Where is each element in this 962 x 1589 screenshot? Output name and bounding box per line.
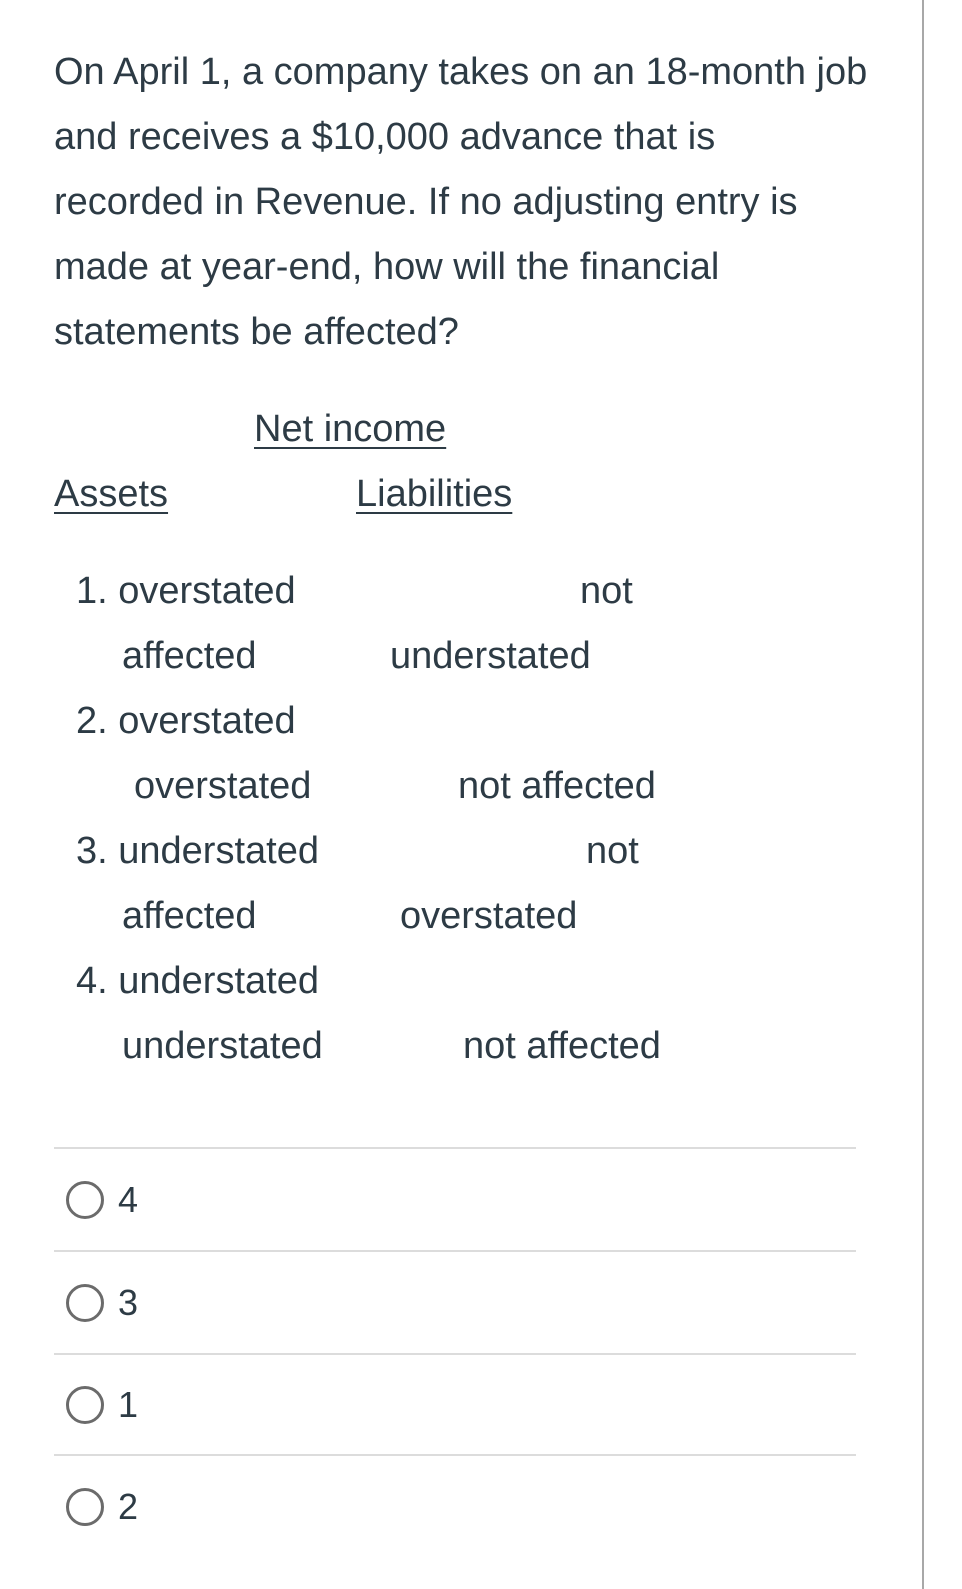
- header-assets: Assets: [54, 473, 169, 515]
- radio-button[interactable]: [66, 1386, 104, 1424]
- row-4-line2-right: not affected: [463, 1025, 661, 1067]
- row-2-line2-right: not affected: [458, 765, 656, 807]
- option-label: 4: [118, 1179, 139, 1220]
- option-label: 3: [118, 1282, 139, 1323]
- radio-button[interactable]: [66, 1488, 104, 1526]
- row-3-line2-left: affected: [122, 895, 257, 937]
- scrollbar-divider: [922, 0, 924, 1589]
- option-label: 1: [118, 1384, 139, 1425]
- answer-option-1[interactable]: 1: [66, 1375, 138, 1435]
- row-4-line1-left: 4. understated: [76, 960, 319, 1002]
- radio-button[interactable]: [66, 1181, 104, 1219]
- answer-option-4[interactable]: 4: [66, 1170, 138, 1230]
- row-2-line2-left: overstated: [134, 765, 312, 807]
- row-4-line2-left: understated: [122, 1025, 323, 1067]
- answer-option-3[interactable]: 3: [66, 1273, 138, 1333]
- divider: [54, 1454, 856, 1456]
- row-3-line2-right: overstated: [400, 895, 578, 937]
- option-label: 2: [118, 1486, 139, 1527]
- header-net-income: Net income: [254, 408, 447, 450]
- row-1-line1-left: 1. overstated: [76, 570, 296, 612]
- answer-option-2[interactable]: 2: [66, 1477, 138, 1537]
- row-3-line1-right: not: [586, 830, 639, 872]
- row-1-line2-right: understated: [390, 635, 591, 677]
- header-liabilities: Liabilities: [356, 473, 513, 515]
- divider: [54, 1250, 856, 1252]
- row-1-line2-left: affected: [122, 635, 257, 677]
- row-1-line1-right: not: [580, 570, 633, 612]
- row-2-line1-left: 2. overstated: [76, 700, 296, 742]
- row-3-line1-left: 3. understated: [76, 830, 319, 872]
- divider: [54, 1353, 856, 1355]
- radio-button[interactable]: [66, 1284, 104, 1322]
- divider: [54, 1147, 856, 1149]
- question-text: On April 1, a company takes on an 18-mon…: [54, 51, 868, 353]
